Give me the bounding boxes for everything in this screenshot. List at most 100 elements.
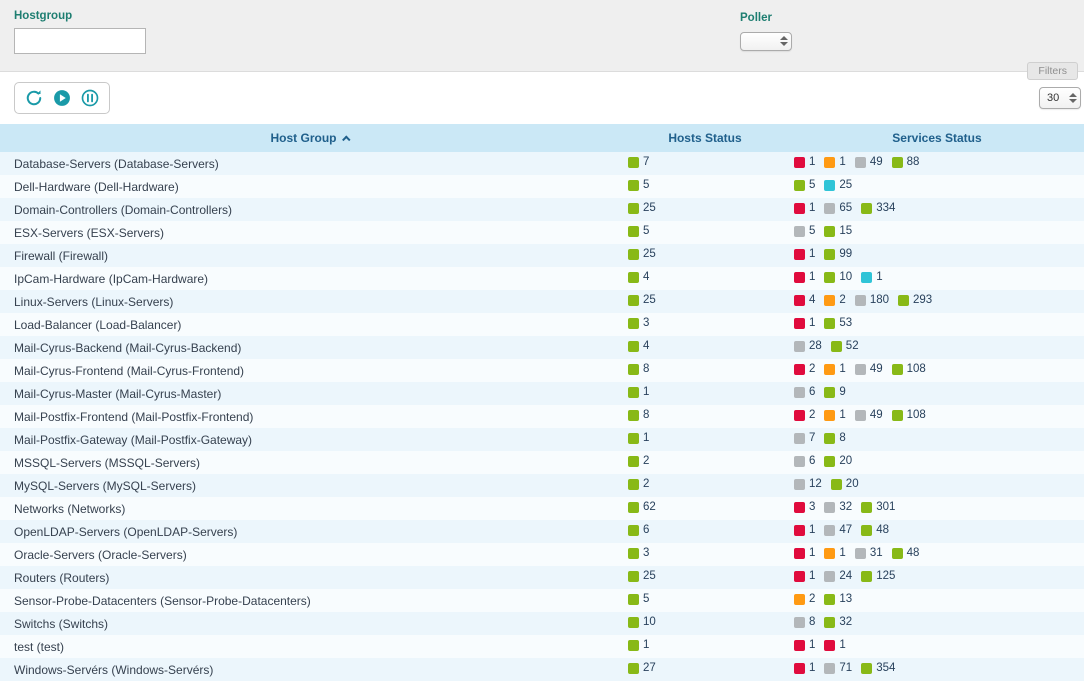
hostgroup-name-link[interactable]: Switchs (Switchs)	[0, 617, 620, 631]
status-badge-red[interactable]: 1	[824, 639, 845, 651]
status-badge-green[interactable]: 3	[628, 317, 649, 329]
status-badge-green[interactable]: 8	[824, 432, 845, 444]
status-badge-green[interactable]: 301	[861, 501, 895, 513]
hostgroup-name-link[interactable]: ESX-Servers (ESX-Servers)	[0, 226, 620, 240]
status-badge-gray[interactable]: 6	[794, 455, 815, 467]
status-badge-green[interactable]: 15	[824, 225, 852, 237]
status-badge-green[interactable]: 108	[892, 363, 926, 375]
hostgroup-name-link[interactable]: Sensor-Probe-Datacenters (Sensor-Probe-D…	[0, 594, 620, 608]
hostgroup-name-link[interactable]: Oracle-Servers (Oracle-Servers)	[0, 548, 620, 562]
hostgroup-name-link[interactable]: Mail-Cyrus-Master (Mail-Cyrus-Master)	[0, 387, 620, 401]
status-badge-green[interactable]: 10	[824, 271, 852, 283]
hostgroup-name-link[interactable]: Windows-Servérs (Windows-Servérs)	[0, 663, 620, 677]
hostgroup-name-link[interactable]: IpCam-Hardware (IpCam-Hardware)	[0, 272, 620, 286]
status-badge-green[interactable]: 8	[628, 409, 649, 421]
hostgroup-name-link[interactable]: Load-Balancer (Load-Balancer)	[0, 318, 620, 332]
hostgroup-name-link[interactable]: Domain-Controllers (Domain-Controllers)	[0, 203, 620, 217]
status-badge-green[interactable]: 10	[628, 616, 656, 628]
filters-button[interactable]: Filters	[1027, 62, 1078, 80]
status-badge-gray[interactable]: 31	[855, 547, 883, 559]
status-badge-green[interactable]: 334	[861, 202, 895, 214]
status-badge-green[interactable]: 48	[892, 547, 920, 559]
status-badge-gray[interactable]: 12	[794, 478, 822, 490]
status-badge-green[interactable]: 4	[628, 340, 649, 352]
status-badge-green[interactable]: 2	[628, 455, 649, 467]
hostgroup-name-link[interactable]: test (test)	[0, 640, 620, 654]
hostgroup-name-link[interactable]: Firewall (Firewall)	[0, 249, 620, 263]
status-badge-green[interactable]: 27	[628, 662, 656, 674]
hostgroup-name-link[interactable]: Mail-Postfix-Gateway (Mail-Postfix-Gatew…	[0, 433, 620, 447]
status-badge-orange[interactable]: 1	[824, 363, 845, 375]
status-badge-green[interactable]: 25	[628, 202, 656, 214]
status-badge-green[interactable]: 88	[892, 156, 920, 168]
status-badge-green[interactable]: 20	[824, 455, 852, 467]
status-badge-green[interactable]: 2	[628, 478, 649, 490]
status-badge-green[interactable]: 25	[628, 248, 656, 260]
hostgroup-name-link[interactable]: Routers (Routers)	[0, 571, 620, 585]
status-badge-red[interactable]: 1	[794, 317, 815, 329]
status-badge-cyan[interactable]: 25	[824, 179, 852, 191]
status-badge-green[interactable]: 99	[824, 248, 852, 260]
status-badge-orange[interactable]: 1	[824, 156, 845, 168]
status-badge-green[interactable]: 1	[628, 639, 649, 651]
status-badge-red[interactable]: 1	[794, 639, 815, 651]
status-badge-green[interactable]: 5	[794, 179, 815, 191]
status-badge-green[interactable]: 5	[628, 225, 649, 237]
status-badge-green[interactable]: 9	[824, 386, 845, 398]
hostgroup-name-link[interactable]: Dell-Hardware (Dell-Hardware)	[0, 180, 620, 194]
status-badge-gray[interactable]: 32	[824, 501, 852, 513]
status-badge-gray[interactable]: 47	[824, 524, 852, 536]
hostgroup-name-link[interactable]: Database-Servers (Database-Servers)	[0, 157, 620, 171]
status-badge-green[interactable]: 5	[628, 593, 649, 605]
status-badge-green[interactable]: 62	[628, 501, 656, 513]
status-badge-green[interactable]: 8	[628, 363, 649, 375]
status-badge-green[interactable]: 4	[628, 271, 649, 283]
status-badge-red[interactable]: 1	[794, 662, 815, 674]
status-badge-red[interactable]: 2	[794, 363, 815, 375]
status-badge-orange[interactable]: 2	[824, 294, 845, 306]
hostgroup-name-link[interactable]: MySQL-Servers (MySQL-Servers)	[0, 479, 620, 493]
status-badge-gray[interactable]: 24	[824, 570, 852, 582]
hostgroup-name-link[interactable]: MSSQL-Servers (MSSQL-Servers)	[0, 456, 620, 470]
status-badge-gray[interactable]: 5	[794, 225, 815, 237]
status-badge-orange[interactable]: 1	[824, 409, 845, 421]
status-badge-cyan[interactable]: 1	[861, 271, 882, 283]
column-header-hosts-status[interactable]: Hosts Status	[620, 131, 790, 145]
status-badge-gray[interactable]: 49	[855, 363, 883, 375]
status-badge-red[interactable]: 1	[794, 248, 815, 260]
status-badge-gray[interactable]: 7	[794, 432, 815, 444]
status-badge-red[interactable]: 1	[794, 271, 815, 283]
status-badge-red[interactable]: 2	[794, 409, 815, 421]
status-badge-red[interactable]: 1	[794, 524, 815, 536]
status-badge-gray[interactable]: 65	[824, 202, 852, 214]
status-badge-green[interactable]: 354	[861, 662, 895, 674]
status-badge-gray[interactable]: 49	[855, 156, 883, 168]
status-badge-green[interactable]: 13	[824, 593, 852, 605]
status-badge-red[interactable]: 1	[794, 202, 815, 214]
status-badge-green[interactable]: 1	[628, 432, 649, 444]
status-badge-green[interactable]: 53	[824, 317, 852, 329]
pause-icon[interactable]	[80, 88, 100, 108]
status-badge-green[interactable]: 20	[831, 478, 859, 490]
status-badge-green[interactable]: 52	[831, 340, 859, 352]
hostgroup-name-link[interactable]: Mail-Cyrus-Backend (Mail-Cyrus-Backend)	[0, 341, 620, 355]
status-badge-gray[interactable]: 28	[794, 340, 822, 352]
status-badge-green[interactable]: 125	[861, 570, 895, 582]
status-badge-gray[interactable]: 6	[794, 386, 815, 398]
hostgroup-name-link[interactable]: Mail-Cyrus-Frontend (Mail-Cyrus-Frontend…	[0, 364, 620, 378]
play-icon[interactable]	[52, 88, 72, 108]
status-badge-green[interactable]: 6	[628, 524, 649, 536]
hostgroup-name-link[interactable]: Linux-Servers (Linux-Servers)	[0, 295, 620, 309]
status-badge-green[interactable]: 3	[628, 547, 649, 559]
status-badge-red[interactable]: 1	[794, 156, 815, 168]
status-badge-green[interactable]: 25	[628, 570, 656, 582]
status-badge-green[interactable]: 7	[628, 156, 649, 168]
status-badge-green[interactable]: 48	[861, 524, 889, 536]
column-header-services-status[interactable]: Services Status	[790, 131, 1084, 145]
column-header-hostgroup[interactable]: Host Group	[0, 131, 620, 145]
status-badge-gray[interactable]: 8	[794, 616, 815, 628]
status-badge-green[interactable]: 5	[628, 179, 649, 191]
refresh-icon[interactable]	[24, 88, 44, 108]
hostgroup-name-link[interactable]: Networks (Networks)	[0, 502, 620, 516]
poller-select[interactable]	[740, 32, 792, 51]
